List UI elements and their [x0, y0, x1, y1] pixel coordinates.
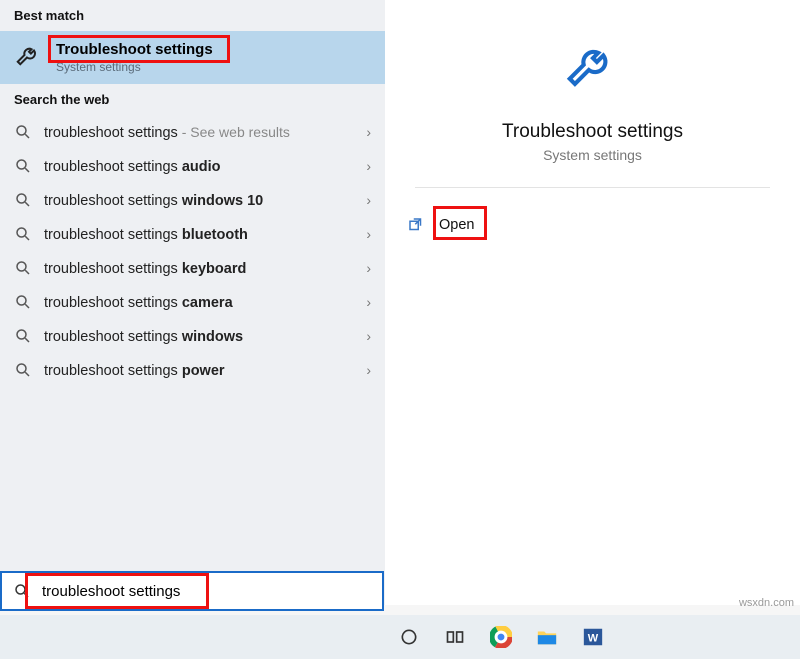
- task-view-icon[interactable]: [444, 626, 466, 648]
- web-result-item[interactable]: troubleshoot settings - See web results …: [0, 115, 385, 149]
- chevron-right-icon: ›: [366, 192, 371, 208]
- annotation-highlight: [48, 35, 230, 63]
- watermark: wsxdn.com: [739, 597, 794, 609]
- web-result-item[interactable]: troubleshoot settings windows ›: [0, 319, 385, 353]
- chevron-right-icon: ›: [366, 158, 371, 174]
- web-result-label: troubleshoot settings bluetooth: [44, 226, 358, 243]
- chevron-right-icon: ›: [366, 328, 371, 344]
- web-result-item[interactable]: troubleshoot settings audio ›: [0, 149, 385, 183]
- chevron-right-icon: ›: [366, 294, 371, 310]
- search-results-panel: Best match Troubleshoot settings System …: [0, 0, 385, 605]
- web-result-label: troubleshoot settings keyboard: [44, 260, 358, 277]
- annotation-highlight: [25, 573, 209, 609]
- chevron-right-icon: ›: [366, 260, 371, 276]
- web-result-label: troubleshoot settings windows 10: [44, 192, 358, 209]
- file-explorer-icon[interactable]: [536, 626, 558, 648]
- preview-title: Troubleshoot settings: [385, 121, 800, 143]
- chevron-right-icon: ›: [366, 124, 371, 140]
- wrench-icon: [562, 40, 624, 102]
- search-icon: [14, 293, 32, 311]
- word-icon[interactable]: W: [582, 626, 604, 648]
- search-icon: [14, 361, 32, 379]
- chrome-icon[interactable]: [490, 626, 512, 648]
- web-result-label: troubleshoot settings windows: [44, 328, 358, 345]
- search-icon: [14, 327, 32, 345]
- search-icon: [14, 191, 32, 209]
- taskbar: W: [0, 615, 800, 659]
- svg-text:W: W: [588, 633, 599, 645]
- web-result-item[interactable]: troubleshoot settings power ›: [0, 353, 385, 387]
- best-match-header: Best match: [0, 0, 385, 31]
- web-result-label: troubleshoot settings camera: [44, 294, 358, 311]
- chevron-right-icon: ›: [366, 362, 371, 378]
- search-icon: [14, 123, 32, 141]
- preview-subtitle: System settings: [385, 147, 800, 163]
- search-icon: [14, 225, 32, 243]
- web-result-item[interactable]: troubleshoot settings windows 10 ›: [0, 183, 385, 217]
- annotation-highlight: [433, 206, 487, 240]
- web-result-item[interactable]: troubleshoot settings keyboard ›: [0, 251, 385, 285]
- open-action[interactable]: Open: [385, 212, 800, 238]
- cortana-icon[interactable]: [398, 626, 420, 648]
- best-match-result[interactable]: Troubleshoot settings System settings: [0, 31, 385, 84]
- web-result-label: troubleshoot settings audio: [44, 158, 358, 175]
- chevron-right-icon: ›: [366, 226, 371, 242]
- search-icon: [14, 259, 32, 277]
- search-icon: [14, 157, 32, 175]
- web-result-label: troubleshoot settings power: [44, 362, 358, 379]
- open-icon: [407, 216, 425, 234]
- result-preview-panel: Troubleshoot settings System settings Op…: [385, 0, 800, 605]
- web-result-item[interactable]: troubleshoot settings bluetooth ›: [0, 217, 385, 251]
- wrench-icon: [14, 43, 44, 73]
- search-web-header: Search the web: [0, 84, 385, 115]
- web-result-label: troubleshoot settings - See web results: [44, 124, 358, 141]
- divider: [415, 187, 770, 188]
- web-result-item[interactable]: troubleshoot settings camera ›: [0, 285, 385, 319]
